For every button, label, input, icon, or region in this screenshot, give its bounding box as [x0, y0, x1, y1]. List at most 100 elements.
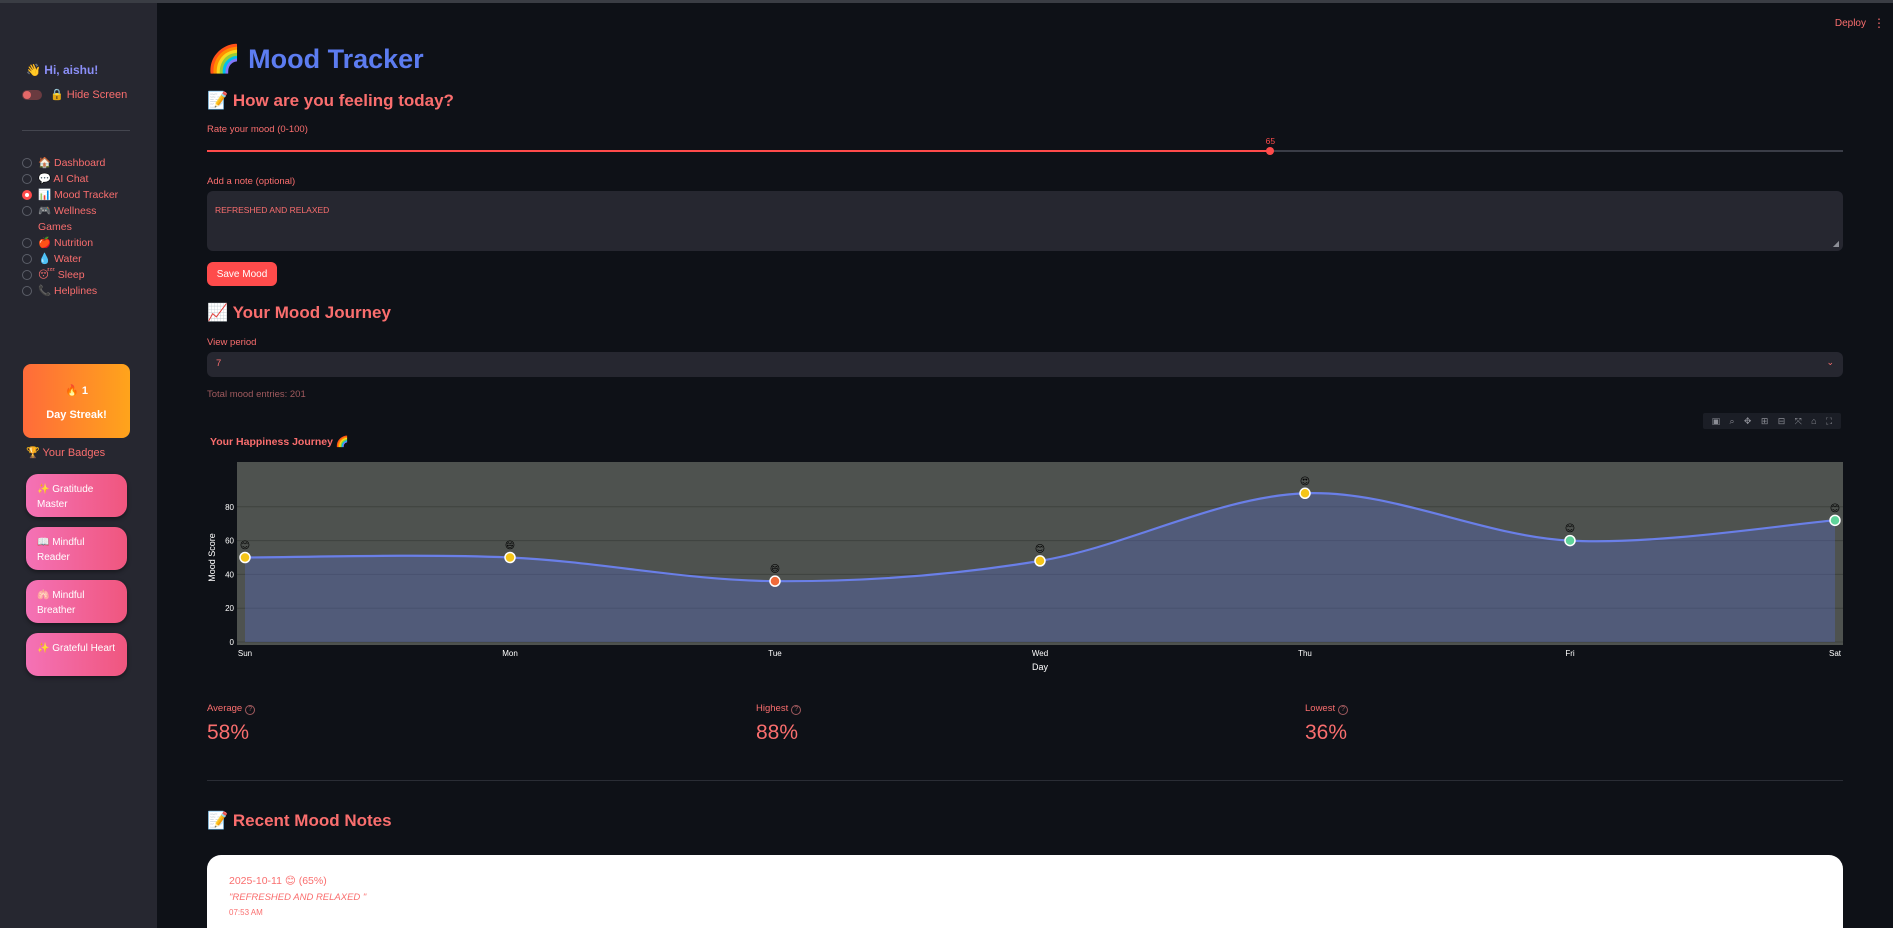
badge-gratitude-master: ✨ Gratitude Master — [26, 474, 127, 517]
sidebar-item-sleep[interactable]: 😴 Sleep — [22, 267, 142, 283]
radio-icon[interactable] — [22, 270, 32, 280]
greeting: 👋 Hi, aishu! — [26, 63, 99, 77]
data-emoji: 😊 — [1035, 544, 1045, 555]
streak-label: Day Streak! — [46, 409, 107, 421]
sidebar-item-nutrition[interactable]: 🍎 Nutrition — [22, 235, 142, 251]
sidebar-item-mood-tracker[interactable]: 📊 Mood Tracker — [22, 187, 142, 203]
chevron-down-icon: ⌄ — [1826, 357, 1834, 367]
mood-chart-svg: Your Happiness Journey 🌈 0 20 40 60 80 😊 Sun 😄 Mo… — [207, 435, 1843, 672]
save-mood-button[interactable]: Save Mood — [207, 262, 277, 286]
data-point — [1034, 555, 1046, 567]
streak-card: 🔥 1 Day Streak! — [23, 364, 130, 438]
radio-icon[interactable] — [22, 174, 32, 184]
data-point — [1564, 534, 1576, 547]
data-emoji: 😊 — [1565, 524, 1575, 535]
chart-title: Your Happiness Journey 🌈 — [210, 435, 349, 448]
note-date: 2025-10-11 😊 (65%) — [229, 875, 327, 887]
sidebar-item-ai-chat[interactable]: 💬 AI Chat — [22, 171, 142, 187]
toggle-switch-icon[interactable] — [22, 89, 42, 100]
metric-value: 58% — [207, 721, 250, 744]
hide-screen-label: 🔒 Hide Screen — [50, 89, 128, 101]
x-tick-label: Sat — [1829, 649, 1842, 658]
journey-heading: 📈 Your Mood Journey — [207, 303, 391, 322]
recent-notes-heading: 📝 Recent Mood Notes — [207, 811, 392, 830]
data-emoji: 😊 — [240, 541, 250, 552]
metric-value: 36% — [1305, 721, 1348, 744]
y-tick-label: 0 — [230, 638, 235, 647]
radio-selected-icon[interactable] — [22, 190, 32, 200]
y-axis-title: Mood Score — [207, 533, 217, 582]
sidebar-item-dashboard[interactable]: 🏠 Dashboard — [22, 155, 142, 171]
sidebar-item-label: 📞 Helplines — [38, 285, 98, 297]
feeling-heading: 📝 How are you feeling today? — [207, 91, 454, 110]
radio-icon[interactable] — [22, 238, 32, 248]
slider-label: Rate your mood (0-100) — [207, 124, 308, 135]
radio-icon[interactable] — [22, 206, 32, 216]
data-emoji: 😄 — [770, 564, 780, 575]
zoom-out-icon[interactable]: ⊟ — [1778, 416, 1786, 427]
resize-grip-icon[interactable]: ◢ — [1833, 239, 1839, 248]
note-text: "REFRESHED AND RELAXED " — [229, 892, 367, 903]
metric-lowest: Lowest? 36% — [1305, 703, 1349, 745]
chart-toolbar: ▣ ⌕ ✥ ⊞ ⊟ ⤧ ⌂ ⛶ — [1703, 413, 1841, 429]
x-tick-label: Mon — [502, 649, 518, 658]
sidebar-item-wellness-games[interactable]: 🎮 Wellness Games — [22, 203, 142, 235]
slider-thumb[interactable] — [1266, 147, 1275, 155]
y-tick-label: 40 — [225, 570, 234, 579]
period-select[interactable]: 7 ⌄ — [207, 352, 1843, 377]
sidebar-item-label: 🎮 Wellness Games — [38, 205, 97, 233]
sidebar-item-label: 💬 AI Chat — [38, 173, 89, 185]
data-point — [1829, 514, 1841, 527]
badge-mindful-breather: 🫁 Mindful Breather — [26, 580, 127, 623]
radio-icon[interactable] — [22, 158, 32, 168]
data-point — [769, 575, 781, 587]
sidebar-item-label: 🏠 Dashboard — [38, 157, 106, 169]
sidebar: 👋 Hi, aishu! 🔒 Hide Screen 🏠 Dashboard 💬… — [0, 3, 157, 928]
metric-value: 88% — [756, 721, 799, 744]
metric-highest: Highest? 88% — [756, 703, 802, 745]
sidebar-item-label: 🍎 Nutrition — [38, 237, 94, 249]
data-point — [504, 551, 516, 564]
help-icon[interactable]: ? — [245, 705, 256, 715]
metric-label: Average — [207, 703, 243, 714]
total-entries: Total mood entries: 201 — [207, 389, 306, 400]
more-menu-icon[interactable]: ⋮ — [1873, 16, 1885, 30]
x-tick-label: Fri — [1565, 649, 1575, 658]
note-textarea[interactable]: REFRESHED AND RELAXED ◢ — [207, 191, 1843, 251]
camera-icon[interactable]: ▣ — [1712, 416, 1721, 427]
autoscale-icon[interactable]: ⤧ — [1795, 416, 1802, 427]
sidebar-item-label: 📊 Mood Tracker — [38, 189, 119, 201]
slider-fill — [207, 150, 1271, 152]
hide-screen-toggle[interactable]: 🔒 Hide Screen — [22, 88, 127, 101]
page-title: 🌈 Mood Tracker — [207, 44, 424, 74]
deploy-button[interactable]: Deploy — [1835, 18, 1866, 29]
fullscreen-icon[interactable]: ⛶ — [1826, 416, 1832, 427]
x-tick-label: Thu — [1298, 649, 1312, 658]
badges-title: 🏆 Your Badges — [26, 447, 106, 459]
zoom-in-icon[interactable]: ⊞ — [1761, 416, 1769, 427]
zoom-icon[interactable]: ⌕ — [1730, 416, 1735, 427]
pan-icon[interactable]: ✥ — [1744, 416, 1752, 427]
home-icon[interactable]: ⌂ — [1811, 416, 1816, 426]
sidebar-item-helplines[interactable]: 📞 Helplines — [22, 283, 142, 299]
metric-average: Average? 58% — [207, 703, 256, 745]
mood-slider[interactable]: 65 — [207, 136, 1843, 155]
sidebar-item-water[interactable]: 💧 Water — [22, 251, 142, 267]
slider-value: 65 — [1265, 136, 1276, 146]
data-point — [1299, 487, 1311, 500]
data-emoji: 😍 — [1300, 476, 1310, 487]
metric-label: Lowest — [1305, 703, 1336, 714]
x-tick-label: Wed — [1032, 649, 1048, 658]
help-icon[interactable]: ? — [791, 705, 802, 715]
mood-note-card: 2025-10-11 😊 (65%) "REFRESHED AND RELAXE… — [207, 855, 1843, 928]
badge-mindful-reader: 📖 Mindful Reader — [26, 527, 127, 570]
help-icon[interactable]: ? — [1338, 705, 1349, 715]
note-time: 07:53 AM — [229, 908, 263, 917]
sidebar-item-label: 😴 Sleep — [38, 269, 85, 281]
streak-number: 🔥 1 — [65, 385, 88, 397]
main-content: Deploy ⋮ 🌈 Mood Tracker 📝 How are you fe… — [157, 3, 1893, 928]
radio-icon[interactable] — [22, 254, 32, 264]
x-tick-label: Sun — [238, 649, 252, 658]
y-tick-label: 60 — [225, 537, 234, 546]
radio-icon[interactable] — [22, 286, 32, 296]
